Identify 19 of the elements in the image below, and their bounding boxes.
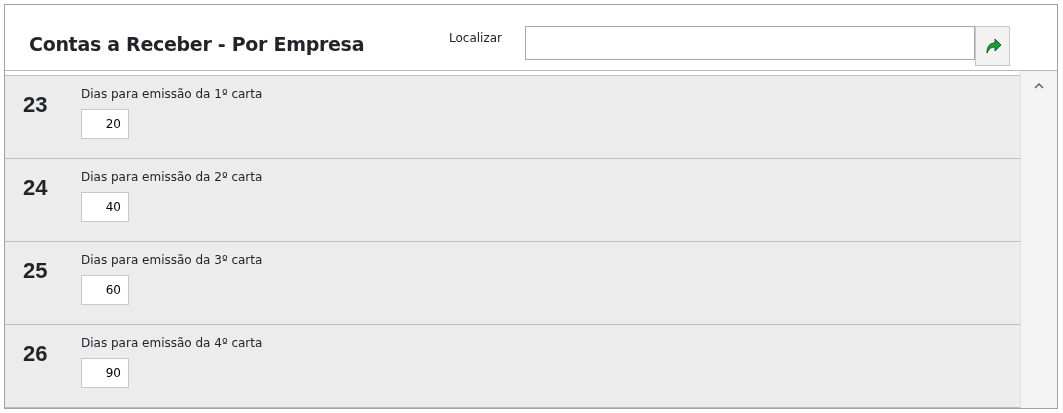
scroll-up-icon[interactable] <box>1034 82 1044 89</box>
curved-arrow-icon <box>983 37 1002 55</box>
field-label: Dias para emissão da 2º carta <box>81 169 263 186</box>
days-field[interactable]: 20 <box>81 109 129 139</box>
field-label: Dias para emissão da 1º carta <box>81 86 263 103</box>
item-number: 25 <box>22 257 49 285</box>
scrollbar[interactable] <box>1020 71 1057 408</box>
page-title: Contas a Receber - Por Empresa <box>29 32 366 57</box>
item-number: 23 <box>22 91 49 119</box>
search-label: Localizar <box>449 30 504 47</box>
days-field[interactable]: 40 <box>81 192 129 222</box>
field-label: Dias para emissão da 4º carta <box>81 335 263 352</box>
days-field[interactable]: 60 <box>81 275 129 305</box>
days-field[interactable]: 90 <box>81 358 129 388</box>
item-number: 24 <box>22 174 49 202</box>
search-field[interactable] <box>525 26 975 60</box>
field-label: Dias para emissão da 3º carta <box>81 252 263 269</box>
go-button[interactable] <box>975 26 1010 66</box>
item-number: 26 <box>22 340 49 368</box>
